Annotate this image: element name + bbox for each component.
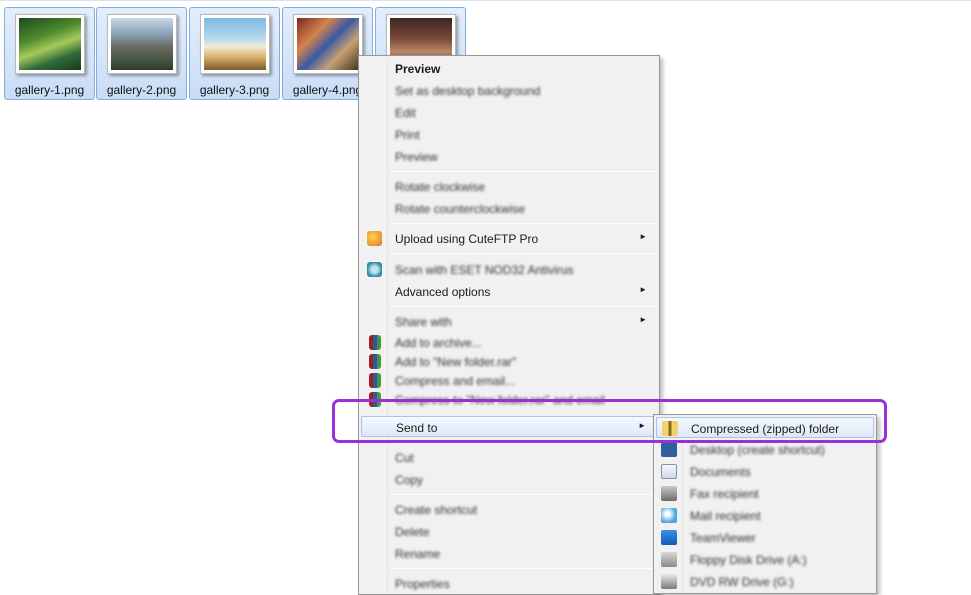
menu-item-label: Send to bbox=[396, 421, 438, 435]
menu-item-send-to[interactable]: Send to ► bbox=[361, 416, 657, 437]
menu-item-preview-bold[interactable]: Preview bbox=[361, 58, 657, 79]
submenu-item-dvd-drive[interactable]: DVD RW Drive (G:) bbox=[656, 571, 874, 592]
menu-item-properties[interactable]: Properties bbox=[361, 573, 657, 594]
menu-item-create-shortcut[interactable]: Create shortcut bbox=[361, 499, 657, 520]
winrar-icon bbox=[369, 373, 381, 388]
file-name: gallery-3.png bbox=[199, 83, 270, 97]
menu-item-edit[interactable]: Edit bbox=[361, 102, 657, 123]
menu-item-cut[interactable]: Cut bbox=[361, 447, 657, 468]
menu-separator bbox=[391, 171, 657, 172]
menu-item-compress-to-rar-and-email[interactable]: Compress to "New folder.rar" and email bbox=[361, 389, 657, 410]
menu-item-set-desktop-background[interactable]: Set as desktop background bbox=[361, 80, 657, 101]
menu-item-delete[interactable]: Delete bbox=[361, 521, 657, 542]
menu-item-add-to-rar[interactable]: Add to "New folder.rar" bbox=[361, 351, 657, 372]
menu-item-label: Preview bbox=[395, 62, 441, 76]
menu-item-compress-and-email[interactable]: Compress and email... bbox=[361, 370, 657, 391]
menu-item-label: Create shortcut bbox=[395, 503, 478, 517]
image-preview bbox=[200, 14, 270, 74]
image-preview bbox=[293, 14, 363, 74]
menu-item-share-with[interactable]: Share with ► bbox=[361, 311, 657, 332]
submenu-item-label: Floppy Disk Drive (A:) bbox=[690, 553, 807, 567]
context-menu: Preview Set as desktop background Edit P… bbox=[358, 55, 660, 595]
menu-separator bbox=[391, 306, 657, 307]
submenu-item-label: Mail recipient bbox=[690, 509, 761, 523]
menu-item-rotate-clockwise[interactable]: Rotate clockwise bbox=[361, 176, 657, 197]
menu-separator bbox=[391, 223, 657, 224]
send-to-submenu: Compressed (zipped) folder Desktop (crea… bbox=[653, 414, 877, 594]
teamviewer-icon bbox=[661, 530, 677, 545]
file-name: gallery-2.png bbox=[106, 83, 177, 97]
menu-item-rename[interactable]: Rename bbox=[361, 543, 657, 564]
menu-item-label: Properties bbox=[395, 577, 450, 591]
menu-item-copy[interactable]: Copy bbox=[361, 469, 657, 490]
menu-item-label: Rename bbox=[395, 547, 441, 561]
menu-separator bbox=[391, 568, 657, 569]
menu-separator bbox=[391, 494, 657, 495]
menu-item-label: Copy bbox=[395, 473, 424, 487]
menu-item-label: Add to "New folder.rar" bbox=[395, 355, 517, 369]
submenu-item-label: Desktop (create shortcut) bbox=[690, 443, 825, 457]
submenu-item-label: Compressed (zipped) folder bbox=[691, 422, 840, 436]
winrar-icon bbox=[369, 335, 381, 350]
menu-item-label: Compress to "New folder.rar" and email bbox=[395, 393, 605, 407]
window-top-border bbox=[0, 0, 971, 1]
submenu-item-label: TeamViewer bbox=[690, 531, 756, 545]
menu-item-label: Edit bbox=[395, 106, 416, 120]
menu-item-rotate-counterclockwise[interactable]: Rotate counterclockwise bbox=[361, 198, 657, 219]
menu-separator bbox=[391, 443, 657, 444]
eset-icon bbox=[367, 262, 382, 277]
submenu-item-desktop[interactable]: Desktop (create shortcut) bbox=[656, 439, 874, 460]
submenu-arrow-icon: ► bbox=[639, 285, 647, 294]
submenu-item-documents[interactable]: Documents bbox=[656, 461, 874, 482]
desktop-icon bbox=[661, 442, 677, 457]
file-thumbnail[interactable]: gallery-1.png bbox=[4, 7, 95, 100]
menu-item-label: Scan with ESET NOD32 Antivirus bbox=[395, 263, 574, 277]
menu-item-label: Preview bbox=[395, 150, 438, 164]
menu-item-label: Set as desktop background bbox=[395, 84, 541, 98]
menu-separator bbox=[391, 253, 657, 254]
menu-item-label: Add to archive... bbox=[395, 336, 482, 350]
file-name: gallery-1.png bbox=[14, 83, 85, 97]
menu-item-label: Delete bbox=[395, 525, 430, 539]
submenu-arrow-icon: ► bbox=[639, 315, 647, 324]
menu-item-advanced-options[interactable]: Advanced options ► bbox=[361, 281, 657, 302]
submenu-item-floppy-drive[interactable]: Floppy Disk Drive (A:) bbox=[656, 549, 874, 570]
submenu-item-fax-recipient[interactable]: Fax recipient bbox=[656, 483, 874, 504]
submenu-item-label: Fax recipient bbox=[690, 487, 759, 501]
mail-icon bbox=[661, 508, 677, 523]
file-thumbnail[interactable]: gallery-2.png bbox=[96, 7, 187, 100]
submenu-item-teamviewer[interactable]: TeamViewer bbox=[656, 527, 874, 548]
submenu-item-compressed-folder[interactable]: Compressed (zipped) folder bbox=[656, 417, 874, 438]
menu-item-label: Share with bbox=[395, 315, 452, 329]
menu-item-add-to-archive[interactable]: Add to archive... bbox=[361, 332, 657, 353]
image-preview bbox=[15, 14, 85, 74]
menu-item-label: Rotate counterclockwise bbox=[395, 202, 526, 216]
menu-item-label: Upload using CuteFTP Pro bbox=[395, 232, 539, 246]
menu-item-preview[interactable]: Preview bbox=[361, 146, 657, 167]
menu-item-scan-eset[interactable]: Scan with ESET NOD32 Antivirus bbox=[361, 259, 657, 280]
menu-item-label: Advanced options bbox=[395, 285, 491, 299]
documents-icon bbox=[661, 464, 677, 479]
submenu-arrow-icon: ► bbox=[639, 232, 647, 241]
menu-item-label: Cut bbox=[395, 451, 414, 465]
menu-item-label: Compress and email... bbox=[395, 374, 516, 388]
dvd-icon bbox=[661, 574, 677, 589]
menu-item-print[interactable]: Print bbox=[361, 124, 657, 145]
image-preview bbox=[107, 14, 177, 74]
menu-item-label: Print bbox=[395, 128, 420, 142]
winrar-icon bbox=[369, 354, 381, 369]
menu-item-upload-cuteftp[interactable]: Upload using CuteFTP Pro ► bbox=[361, 228, 657, 249]
submenu-arrow-icon: ► bbox=[638, 421, 646, 430]
zip-folder-icon bbox=[662, 421, 678, 436]
floppy-icon bbox=[661, 552, 677, 567]
winrar-icon bbox=[369, 392, 381, 407]
submenu-item-mail-recipient[interactable]: Mail recipient bbox=[656, 505, 874, 526]
file-thumbnail[interactable]: gallery-3.png bbox=[189, 7, 280, 100]
cuteftp-icon bbox=[367, 231, 382, 246]
menu-item-label: Rotate clockwise bbox=[395, 180, 486, 194]
submenu-item-label: Documents bbox=[690, 465, 751, 479]
submenu-item-label: DVD RW Drive (G:) bbox=[690, 575, 794, 589]
fax-icon bbox=[661, 486, 677, 501]
